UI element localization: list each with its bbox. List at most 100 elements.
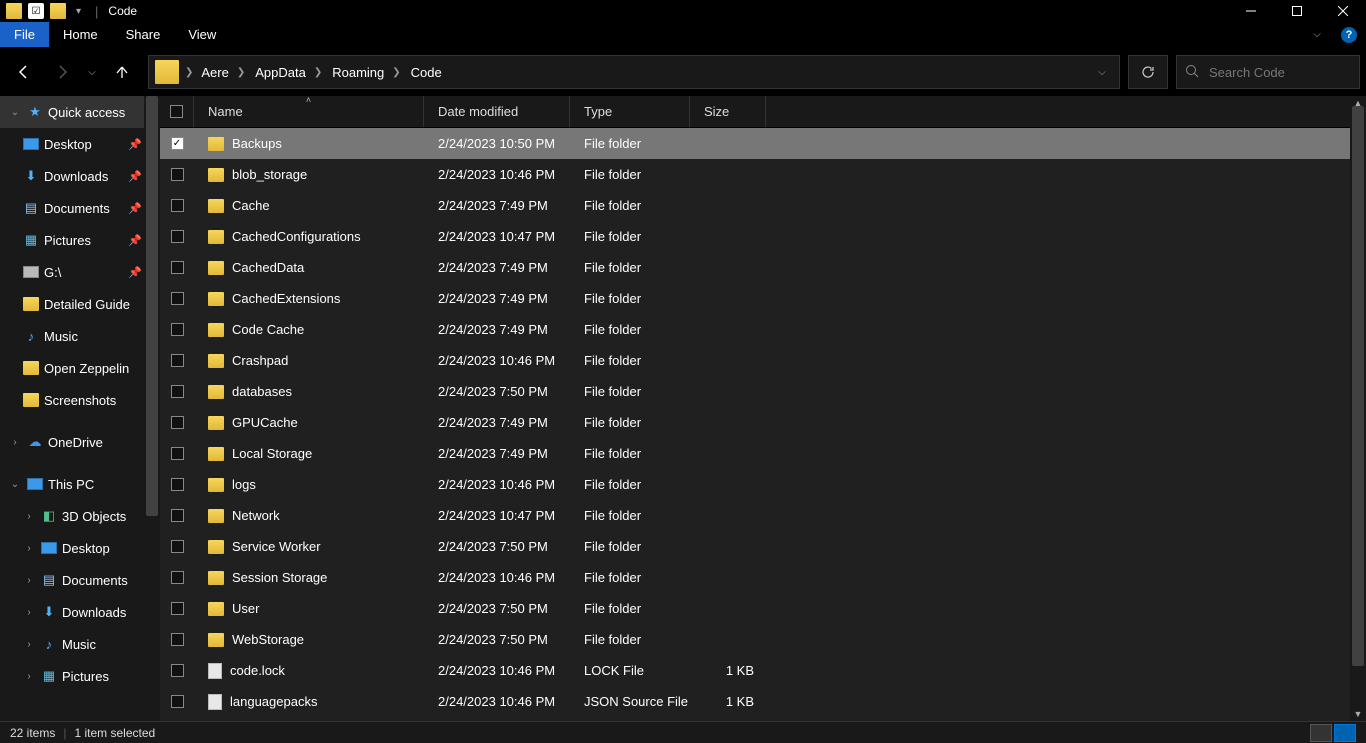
table-row[interactable]: code.lock 2/24/2023 10:46 PM LOCK File 1…	[160, 655, 1366, 686]
nav-onedrive[interactable]: › ☁ OneDrive	[0, 426, 160, 458]
nav-item[interactable]: › ◧ 3D Objects	[0, 500, 160, 532]
table-row[interactable]: Crashpad 2/24/2023 10:46 PM File folder	[160, 345, 1366, 376]
row-checkbox[interactable]	[171, 540, 184, 553]
qat-dropdown[interactable]: ▾	[72, 6, 85, 17]
qat-checkbox-icon[interactable]: ☑	[28, 3, 44, 19]
table-row[interactable]: WebStorage 2/24/2023 7:50 PM File folder	[160, 624, 1366, 655]
row-checkbox[interactable]	[171, 323, 184, 336]
nav-item[interactable]: Open Zeppelin	[0, 352, 160, 384]
row-checkbox[interactable]	[171, 571, 184, 584]
address-bar[interactable]: ❯ Aere❯ AppData❯ Roaming❯ Code ⌵	[148, 55, 1120, 89]
forward-button[interactable]	[44, 54, 80, 90]
row-checkbox[interactable]	[171, 168, 184, 181]
table-row[interactable]: CachedExtensions 2/24/2023 7:49 PM File …	[160, 283, 1366, 314]
table-row[interactable]: User 2/24/2023 7:50 PM File folder	[160, 593, 1366, 624]
chevron-right-icon[interactable]: ›	[22, 639, 36, 650]
table-row[interactable]: Local Storage 2/24/2023 7:49 PM File fol…	[160, 438, 1366, 469]
nav-scrollbar[interactable]	[144, 96, 160, 721]
minimize-button[interactable]	[1228, 0, 1274, 22]
row-checkbox[interactable]	[171, 695, 184, 708]
header-name[interactable]: ˄Name	[194, 96, 424, 127]
qat-folder-icon[interactable]	[50, 3, 66, 19]
header-date[interactable]: Date modified	[424, 96, 570, 127]
nav-item[interactable]: › Desktop	[0, 532, 160, 564]
breadcrumb-1[interactable]: AppData❯	[247, 56, 324, 88]
table-row[interactable]: databases 2/24/2023 7:50 PM File folder	[160, 376, 1366, 407]
row-checkbox[interactable]	[171, 230, 184, 243]
table-row[interactable]: Network 2/24/2023 10:47 PM File folder	[160, 500, 1366, 531]
up-button[interactable]	[104, 54, 140, 90]
search-input[interactable]: Search Code	[1176, 55, 1360, 89]
main-scrollbar[interactable]: ▲ ▼	[1350, 96, 1366, 721]
help-button[interactable]: ?	[1336, 22, 1366, 47]
nav-item[interactable]: ⬇ Downloads 📌	[0, 160, 160, 192]
row-checkbox[interactable]	[171, 416, 184, 429]
breadcrumb-2[interactable]: Roaming❯	[324, 56, 402, 88]
nav-item[interactable]: Desktop 📌	[0, 128, 160, 160]
scrollbar-thumb[interactable]	[146, 96, 158, 516]
ribbon-tab-home[interactable]: Home	[49, 22, 112, 47]
nav-item[interactable]: ▦ Pictures 📌	[0, 224, 160, 256]
view-large-icons-button[interactable]	[1334, 724, 1356, 742]
table-row[interactable]: CachedData 2/24/2023 7:49 PM File folder	[160, 252, 1366, 283]
chevron-right-icon[interactable]: ❯	[185, 67, 193, 78]
nav-item[interactable]: › ♪ Music	[0, 628, 160, 660]
recent-locations-button[interactable]: ⌵	[82, 54, 102, 90]
nav-item[interactable]: Detailed Guide	[0, 288, 160, 320]
chevron-right-icon[interactable]: ❯	[229, 67, 245, 78]
ribbon-tab-file[interactable]: File	[0, 22, 49, 47]
address-dropdown[interactable]: ⌵	[1085, 56, 1119, 88]
chevron-right-icon[interactable]: ›	[8, 437, 22, 448]
row-checkbox[interactable]	[171, 354, 184, 367]
scroll-down-icon[interactable]: ▼	[1350, 707, 1366, 721]
table-row[interactable]: Cache 2/24/2023 7:49 PM File folder	[160, 190, 1366, 221]
table-row[interactable]: blob_storage 2/24/2023 10:46 PM File fol…	[160, 159, 1366, 190]
refresh-button[interactable]	[1128, 55, 1168, 89]
chevron-right-icon[interactable]: ❯	[306, 67, 322, 78]
table-row[interactable]: languagepacks 2/24/2023 10:46 PM JSON So…	[160, 686, 1366, 717]
nav-this-pc[interactable]: ⌄ This PC	[0, 468, 160, 500]
breadcrumb-3[interactable]: Code	[403, 56, 444, 88]
ribbon-tab-share[interactable]: Share	[112, 22, 175, 47]
chevron-right-icon[interactable]: ›	[22, 575, 36, 586]
chevron-right-icon[interactable]: ›	[22, 543, 36, 554]
row-checkbox[interactable]	[171, 478, 184, 491]
chevron-right-icon[interactable]: ❯	[384, 67, 400, 78]
row-checkbox[interactable]	[171, 261, 184, 274]
table-row[interactable]: logs 2/24/2023 10:46 PM File folder	[160, 469, 1366, 500]
row-checkbox[interactable]: ✓	[171, 137, 184, 150]
nav-item[interactable]: ▤ Documents 📌	[0, 192, 160, 224]
row-checkbox[interactable]	[171, 664, 184, 677]
table-row[interactable]: Session Storage 2/24/2023 10:46 PM File …	[160, 562, 1366, 593]
breadcrumb-0[interactable]: Aere❯	[193, 56, 247, 88]
chevron-right-icon[interactable]: ›	[22, 511, 36, 522]
chevron-right-icon[interactable]: ›	[22, 671, 36, 682]
view-details-button[interactable]	[1310, 724, 1332, 742]
back-button[interactable]	[6, 54, 42, 90]
nav-item[interactable]: G:\ 📌	[0, 256, 160, 288]
scrollbar-thumb[interactable]	[1352, 106, 1364, 666]
header-checkbox[interactable]	[160, 96, 194, 127]
header-size[interactable]: Size	[690, 96, 766, 127]
chevron-right-icon[interactable]: ›	[22, 607, 36, 618]
chevron-down-icon[interactable]: ⌄	[8, 107, 22, 118]
ribbon-collapse-button[interactable]: ⌵	[1306, 22, 1336, 47]
nav-item[interactable]: › ⬇ Downloads	[0, 596, 160, 628]
row-checkbox[interactable]	[171, 509, 184, 522]
table-row[interactable]: Code Cache 2/24/2023 7:49 PM File folder	[160, 314, 1366, 345]
table-row[interactable]: ✓ Backups 2/24/2023 10:50 PM File folder	[160, 128, 1366, 159]
nav-item[interactable]: › ▤ Documents	[0, 564, 160, 596]
nav-item[interactable]: Screenshots	[0, 384, 160, 416]
nav-item[interactable]: ♪ Music	[0, 320, 160, 352]
row-checkbox[interactable]	[171, 385, 184, 398]
table-row[interactable]: GPUCache 2/24/2023 7:49 PM File folder	[160, 407, 1366, 438]
row-checkbox[interactable]	[171, 633, 184, 646]
table-row[interactable]: Service Worker 2/24/2023 7:50 PM File fo…	[160, 531, 1366, 562]
nav-quick-access[interactable]: ⌄ ★ Quick access	[0, 96, 160, 128]
header-type[interactable]: Type	[570, 96, 690, 127]
nav-item[interactable]: › ▦ Pictures	[0, 660, 160, 692]
close-button[interactable]	[1320, 0, 1366, 22]
row-checkbox[interactable]	[171, 199, 184, 212]
row-checkbox[interactable]	[171, 447, 184, 460]
ribbon-tab-view[interactable]: View	[174, 22, 230, 47]
